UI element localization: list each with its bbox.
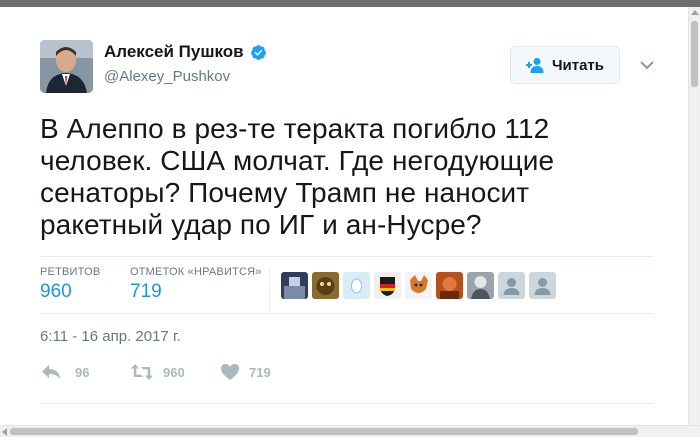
avatar-default-icon[interactable] xyxy=(529,272,556,299)
retweets-label: РЕТВИТОВ xyxy=(40,266,101,278)
retweets-count[interactable]: 960 xyxy=(40,281,100,303)
avatar-2-icon[interactable] xyxy=(312,272,339,299)
retweet-icon[interactable] xyxy=(130,363,154,381)
chevron-down-icon[interactable] xyxy=(638,58,656,72)
avatar-1-icon[interactable] xyxy=(281,272,308,299)
avatar-7-icon[interactable] xyxy=(467,272,494,299)
heart-icon[interactable] xyxy=(220,363,240,381)
reply-count: 96 xyxy=(75,364,90,380)
tweet-text: В Алеппо в рез-те теракта погибло 112 че… xyxy=(40,113,555,240)
likers-avatars xyxy=(281,272,556,299)
divider-top xyxy=(40,256,654,257)
avatar-6-icon[interactable] xyxy=(436,272,463,299)
avatar-default-icon[interactable] xyxy=(498,272,525,299)
likes-label: ОТМЕТОК «НРАВИТСЯ» xyxy=(130,266,262,278)
author-name-text[interactable]: Алексей Пушков xyxy=(104,42,244,62)
author-name[interactable]: Алексей Пушков xyxy=(104,42,267,62)
author-handle[interactable]: @Alexey_Pushkov xyxy=(104,68,230,85)
scroll-left-arrow-icon[interactable] xyxy=(2,428,7,436)
like-action[interactable]: 719 xyxy=(220,363,271,381)
retweet-action[interactable]: 960 xyxy=(130,363,185,381)
window-top-bar xyxy=(0,0,700,7)
retweet-count: 960 xyxy=(163,364,185,380)
divider-middle xyxy=(40,313,654,314)
like-count: 719 xyxy=(249,364,271,380)
avatar-4-icon[interactable] xyxy=(374,272,401,299)
follow-button[interactable]: Читать xyxy=(510,46,620,84)
horizontal-scrollbar[interactable] xyxy=(0,425,700,437)
avatar-5-icon[interactable] xyxy=(405,272,432,299)
reply-action[interactable]: 96 xyxy=(40,363,89,381)
add-user-icon xyxy=(525,58,544,73)
stats-separator xyxy=(269,268,270,310)
divider-bottom xyxy=(40,403,654,404)
horizontal-scroll-thumb[interactable] xyxy=(10,428,638,435)
author-avatar[interactable] xyxy=(40,40,93,93)
vertical-scroll-thumb[interactable] xyxy=(691,21,698,87)
vertical-scrollbar[interactable] xyxy=(688,7,700,426)
tweet-timestamp[interactable]: 6:11 - 16 апр. 2017 г. xyxy=(40,328,181,345)
reply-icon[interactable] xyxy=(40,363,62,381)
scroll-up-arrow-icon[interactable] xyxy=(691,10,699,15)
likes-count[interactable]: 719 xyxy=(130,281,262,303)
retweets-stat[interactable]: РЕТВИТОВ 960 xyxy=(40,266,100,303)
follow-button-label: Читать xyxy=(551,56,605,74)
verified-badge-icon xyxy=(250,44,266,60)
likes-stat[interactable]: ОТМЕТОК «НРАВИТСЯ» 719 xyxy=(130,266,262,303)
avatar-3-icon[interactable] xyxy=(343,272,370,299)
